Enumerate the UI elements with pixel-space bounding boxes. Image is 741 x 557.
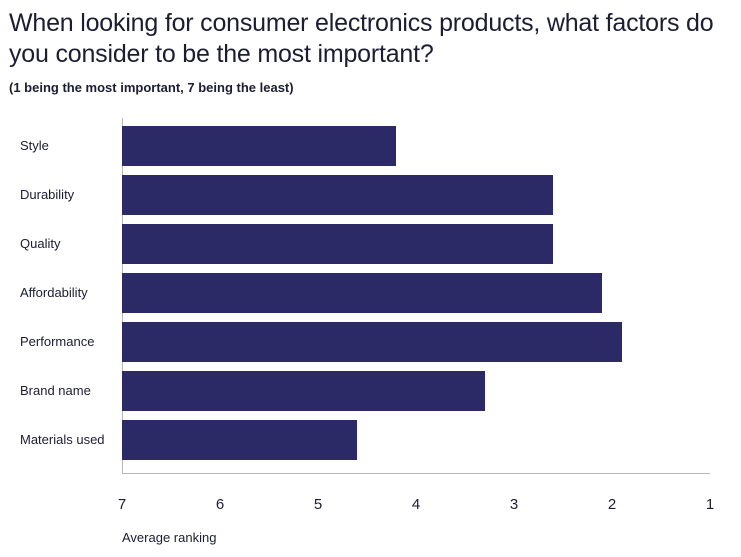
x-tick-label: 6 bbox=[215, 496, 225, 513]
x-axis-title: Average ranking bbox=[122, 530, 217, 545]
bar[interactable] bbox=[122, 126, 397, 166]
x-tick-label: 2 bbox=[607, 496, 617, 513]
bar-row bbox=[122, 273, 710, 313]
category-label: Style bbox=[20, 138, 49, 153]
chart-title: When looking for consumer electronics pr… bbox=[9, 9, 714, 68]
bar-row bbox=[122, 371, 710, 411]
category-label: Quality bbox=[20, 236, 61, 251]
bar[interactable] bbox=[122, 224, 554, 264]
bar[interactable] bbox=[122, 273, 603, 313]
bar-row bbox=[122, 420, 710, 460]
bar-row bbox=[122, 175, 710, 215]
x-tick-label: 3 bbox=[509, 496, 519, 513]
category-label: Materials used bbox=[20, 432, 105, 447]
category-label: Durability bbox=[20, 187, 75, 202]
bar[interactable] bbox=[122, 175, 554, 215]
bar-row bbox=[122, 224, 710, 264]
bar-row bbox=[122, 126, 710, 166]
bar[interactable] bbox=[122, 322, 622, 362]
x-tick-label: 7 bbox=[117, 496, 127, 513]
category-label: Performance bbox=[20, 334, 95, 349]
plot-area bbox=[122, 118, 710, 474]
x-tick-label: 4 bbox=[411, 496, 421, 513]
chart-subtitle: (1 being the most important, 7 being the… bbox=[9, 80, 294, 95]
x-tick-label: 5 bbox=[313, 496, 323, 513]
category-label: Brand name bbox=[20, 383, 91, 398]
bar[interactable] bbox=[122, 420, 358, 460]
bar-chart: When looking for consumer electronics pr… bbox=[0, 0, 741, 557]
bar-row bbox=[122, 322, 710, 362]
bar[interactable] bbox=[122, 371, 485, 411]
category-label: Affordability bbox=[20, 285, 88, 300]
x-tick-label: 1 bbox=[705, 496, 715, 513]
